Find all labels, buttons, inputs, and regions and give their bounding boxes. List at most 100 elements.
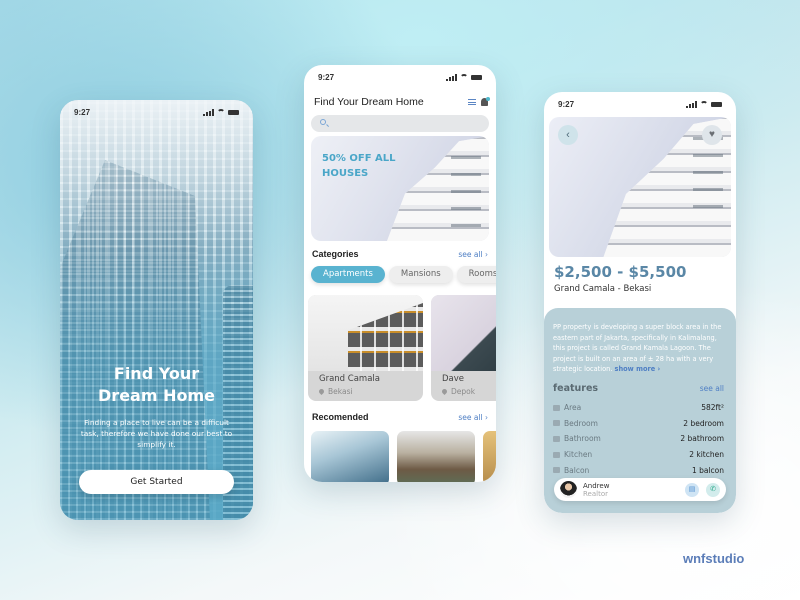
listing-card[interactable]: Grand Camala Bekasi — [308, 295, 423, 401]
header-actions — [468, 97, 490, 106]
feature-label: Balcon — [564, 465, 590, 475]
listing-location: Bekasi — [317, 387, 353, 396]
building-graphic — [60, 160, 210, 520]
back-button[interactable]: ‹ — [558, 125, 578, 145]
features-see-all-link[interactable]: see all — [700, 384, 724, 393]
feature-value: 2 kitchen — [689, 450, 724, 460]
feature-row: Area 582ft² — [553, 400, 724, 416]
feature-label: Bathroom — [564, 434, 601, 444]
recommended-title: Recomended — [312, 412, 369, 422]
signal-icon — [446, 73, 457, 81]
favorite-button[interactable]: ♥ — [702, 125, 722, 145]
recommended-item[interactable] — [483, 431, 496, 482]
wifi-icon — [217, 109, 225, 115]
status-time: 9:27 — [558, 99, 575, 109]
listing-image — [308, 295, 423, 371]
chip-mansions[interactable]: Mansions — [388, 266, 453, 283]
feature-row: Kitchen 2 kitchen — [553, 447, 724, 463]
wifi-icon — [700, 101, 708, 107]
status-time: 9:27 — [74, 107, 91, 117]
features-list: Area 582ft² Bedroom 2 bedroom Bathroom 2… — [553, 400, 724, 478]
feature-value: 582ft² — [701, 403, 724, 413]
chevron-left-icon: ‹ — [566, 129, 570, 141]
property-description: PP property is developing a super block … — [553, 322, 729, 375]
features-title: features — [553, 383, 599, 394]
status-icons — [686, 100, 722, 108]
avatar — [560, 481, 577, 498]
battery-icon — [471, 74, 482, 80]
feature-value: 2 bedroom — [683, 418, 724, 428]
status-icons — [446, 73, 482, 81]
details-panel: PP property is developing a super block … — [544, 308, 736, 513]
location-pin-icon — [440, 387, 449, 396]
phone-icon: ✆ — [710, 485, 716, 493]
chat-button[interactable]: ▤ — [685, 482, 699, 497]
categories-title: Categories — [312, 249, 359, 259]
status-bar: 9:27 — [304, 65, 496, 89]
recommended-see-all-link[interactable]: see all › — [458, 413, 488, 422]
categories-see-all-link[interactable]: see all › — [458, 250, 488, 259]
battery-icon — [228, 109, 239, 115]
promo-banner[interactable]: 50% OFF ALL HOUSES — [311, 136, 489, 241]
show-more-link[interactable]: show more › — [615, 365, 661, 373]
listing-location-text: Depok — [451, 387, 476, 396]
wifi-icon — [460, 74, 468, 80]
get-started-button[interactable]: Get Started — [79, 470, 234, 494]
home-screen: 9:27 Find Your Dream Home 50% OFF ALL HO… — [304, 65, 496, 482]
search-icon — [320, 119, 326, 125]
feature-row: Balcon 1 balcon — [553, 462, 724, 478]
listing-image — [431, 295, 496, 371]
feature-value: 2 bathroom — [680, 434, 724, 444]
chip-rooms[interactable]: Rooms — [456, 266, 496, 283]
property-hero-image: ‹ ♥ — [549, 117, 731, 257]
listing-location: Depok — [440, 387, 476, 396]
feature-row: Bedroom 2 bedroom — [553, 416, 724, 432]
signal-icon — [203, 108, 214, 116]
notification-bell-icon[interactable] — [481, 97, 490, 106]
listing-name: Grand Camala — [319, 374, 380, 384]
chat-icon: ▤ — [688, 485, 696, 493]
search-input[interactable] — [311, 115, 489, 132]
recommended-item[interactable] — [397, 431, 475, 482]
status-icons — [203, 108, 239, 116]
menu-icon[interactable] — [468, 99, 476, 105]
page-title: Find Your Dream Home — [314, 96, 424, 108]
property-subtitle: Grand Camala - Bekasi — [554, 284, 652, 294]
call-button[interactable]: ✆ — [706, 482, 720, 497]
recommended-item[interactable] — [311, 431, 389, 482]
onboarding-screen: 9:27 Find Your Dream Home Finding a plac… — [60, 100, 253, 520]
listing-cards: Grand Camala Bekasi Dave Depok — [308, 295, 496, 401]
balcony-icon — [553, 467, 560, 474]
listing-name: Dave — [442, 374, 465, 384]
onboarding-description: Finding a place to live can be a difficu… — [80, 418, 233, 449]
category-chips: Apartments Mansions Rooms — [311, 266, 496, 283]
heart-icon: ♥ — [709, 129, 715, 140]
kitchen-icon — [553, 451, 560, 458]
realtor-role: Realtor — [583, 489, 608, 498]
home-header: Find Your Dream Home — [314, 96, 490, 108]
listing-location-text: Bekasi — [328, 387, 353, 396]
feature-label: Bedroom — [564, 418, 598, 428]
features-header: features see all — [553, 383, 724, 394]
status-bar: 9:27 — [544, 92, 736, 116]
categories-header: Categories see all › — [312, 249, 488, 259]
chip-apartments[interactable]: Apartments — [311, 266, 385, 283]
area-icon — [553, 404, 560, 411]
bathtub-icon — [553, 435, 560, 442]
status-bar: 9:27 — [60, 100, 253, 124]
status-time: 9:27 — [318, 72, 335, 82]
realtor-name: Andrew — [583, 481, 610, 490]
battery-icon — [711, 101, 722, 107]
brand-logo: wnfstudio — [683, 551, 745, 566]
promo-text: 50% OFF ALL HOUSES — [322, 153, 396, 179]
feature-value: 1 balcon — [691, 465, 724, 475]
realtor-card: Andrew Realtor ▤ ✆ — [554, 478, 726, 501]
onboarding-title: Find Your Dream Home — [98, 364, 215, 405]
recommended-list — [311, 431, 496, 482]
recommended-header: Recomended see all › — [312, 412, 488, 422]
signal-icon — [686, 100, 697, 108]
listing-card[interactable]: Dave Depok — [431, 295, 496, 401]
location-pin-icon — [317, 387, 326, 396]
feature-row: Bathroom 2 bathroom — [553, 431, 724, 447]
feature-label: Kitchen — [564, 450, 593, 460]
